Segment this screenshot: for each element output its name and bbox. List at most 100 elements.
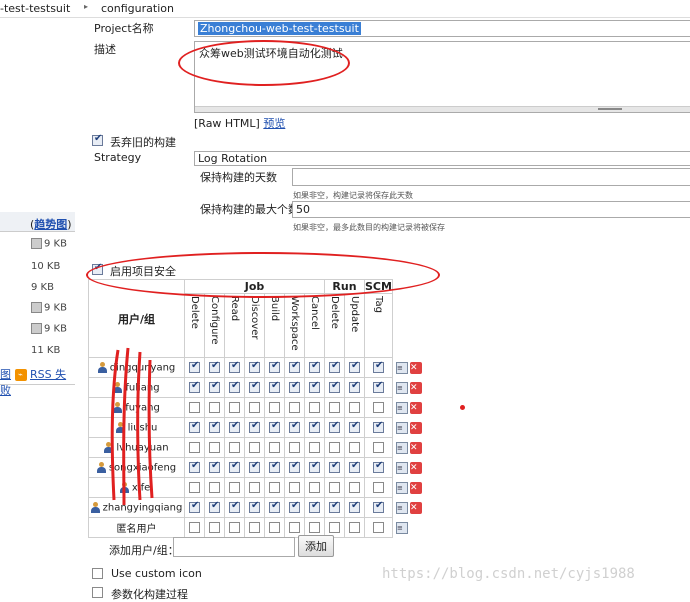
permission-checkbox[interactable] [372,521,384,533]
permission-checkbox[interactable] [372,420,384,433]
strategy-select[interactable]: Log Rotation [194,151,690,166]
trend-link[interactable]: 趋势图 [34,218,67,231]
permission-checkbox[interactable] [349,420,360,433]
permission-checkbox[interactable] [372,441,384,453]
permission-checkbox[interactable] [189,360,200,373]
remove-user-icon[interactable]: ✕ [409,441,422,454]
permission-checkbox[interactable] [229,521,240,533]
permission-checkbox[interactable] [229,481,240,493]
permission-checkbox[interactable] [329,521,340,533]
permission-checkbox[interactable] [289,521,300,533]
permission-checkbox[interactable] [249,481,260,493]
permission-checkbox[interactable] [189,460,200,473]
permission-checkbox[interactable] [229,441,240,453]
permission-checkbox[interactable] [189,380,200,393]
permission-checkbox[interactable] [349,521,360,533]
permission-checkbox[interactable] [329,481,340,493]
permission-checkbox[interactable] [372,500,384,513]
toggle-all-icon[interactable]: ≡ [395,441,408,454]
permission-checkbox[interactable] [349,360,360,373]
days-to-keep-input[interactable] [292,168,690,186]
permission-checkbox[interactable] [269,420,280,433]
permission-checkbox[interactable] [229,500,240,513]
remove-user-icon[interactable]: ✕ [409,501,422,514]
max-builds-input[interactable]: 50 [292,201,690,218]
permission-checkbox[interactable] [289,481,300,493]
permission-checkbox[interactable] [329,420,340,433]
permission-checkbox[interactable] [209,420,220,433]
permission-checkbox[interactable] [372,481,384,493]
toggle-all-icon[interactable]: ≡ [395,421,408,434]
permission-checkbox[interactable] [372,460,384,473]
permission-checkbox[interactable] [372,360,384,373]
permission-checkbox[interactable] [209,481,220,493]
permission-checkbox[interactable] [372,380,384,393]
permission-checkbox[interactable] [249,380,260,393]
permission-checkbox[interactable] [269,481,280,493]
permission-checkbox[interactable] [189,401,200,413]
toggle-all-icon[interactable]: ≡ [395,501,408,514]
add-user-input[interactable] [173,537,295,557]
permission-checkbox[interactable] [189,481,200,493]
permission-checkbox[interactable] [249,441,260,453]
permission-checkbox[interactable] [289,380,300,393]
remove-user-icon[interactable]: ✕ [409,401,422,414]
permission-checkbox[interactable] [249,401,260,413]
breadcrumb-project[interactable]: -test-testsuit [0,2,70,15]
permission-checkbox[interactable] [269,460,280,473]
permission-checkbox[interactable] [249,521,260,533]
permission-checkbox[interactable] [249,460,260,473]
toggle-all-icon[interactable]: ≡ [395,361,408,374]
permission-checkbox[interactable] [309,441,320,453]
permission-checkbox[interactable] [269,360,280,373]
parameterized-checkbox[interactable] [92,585,103,598]
permission-checkbox[interactable] [349,460,360,473]
remove-user-icon[interactable]: ✕ [409,481,422,494]
toggle-all-icon[interactable]: ≡ [395,461,408,474]
permission-checkbox[interactable] [309,420,320,433]
permission-checkbox[interactable] [309,481,320,493]
toggle-all-icon[interactable]: ≡ [395,381,408,394]
permission-checkbox[interactable] [329,360,340,373]
permission-checkbox[interactable] [349,441,360,453]
permission-checkbox[interactable] [349,481,360,493]
permission-checkbox[interactable] [309,401,320,413]
permission-checkbox[interactable] [289,420,300,433]
permission-checkbox[interactable] [289,401,300,413]
resize-grip[interactable] [195,106,690,112]
permission-checkbox[interactable] [209,460,220,473]
permission-checkbox[interactable] [329,460,340,473]
permission-checkbox[interactable] [269,441,280,453]
remove-user-icon[interactable]: ✕ [409,421,422,434]
permission-checkbox[interactable] [329,380,340,393]
permission-checkbox[interactable] [229,360,240,373]
permission-checkbox[interactable] [269,500,280,513]
permission-checkbox[interactable] [309,360,320,373]
discard-old-builds-checkbox[interactable] [92,133,103,146]
toggle-all-icon[interactable]: ≡ [395,481,408,494]
permission-checkbox[interactable] [289,441,300,453]
permission-checkbox[interactable] [189,420,200,433]
remove-user-icon[interactable]: ✕ [409,381,422,394]
permission-checkbox[interactable] [289,500,300,513]
permission-checkbox[interactable] [329,441,340,453]
permission-checkbox[interactable] [209,360,220,373]
permission-checkbox[interactable] [229,380,240,393]
permission-checkbox[interactable] [229,460,240,473]
preview-link[interactable]: 预览 [263,117,285,130]
permission-checkbox[interactable] [249,420,260,433]
permission-checkbox[interactable] [189,441,200,453]
permission-checkbox[interactable] [309,460,320,473]
permission-checkbox[interactable] [309,500,320,513]
permission-checkbox[interactable] [269,401,280,413]
permission-checkbox[interactable] [309,380,320,393]
permission-checkbox[interactable] [209,500,220,513]
remove-user-icon[interactable]: ✕ [409,461,422,474]
permission-checkbox[interactable] [269,521,280,533]
permission-checkbox[interactable] [209,401,220,413]
toggle-all-icon[interactable]: ≡ [395,521,408,534]
custom-icon-checkbox[interactable] [92,566,103,579]
toggle-all-icon[interactable]: ≡ [395,401,408,414]
permission-checkbox[interactable] [229,420,240,433]
permission-checkbox[interactable] [189,500,200,513]
